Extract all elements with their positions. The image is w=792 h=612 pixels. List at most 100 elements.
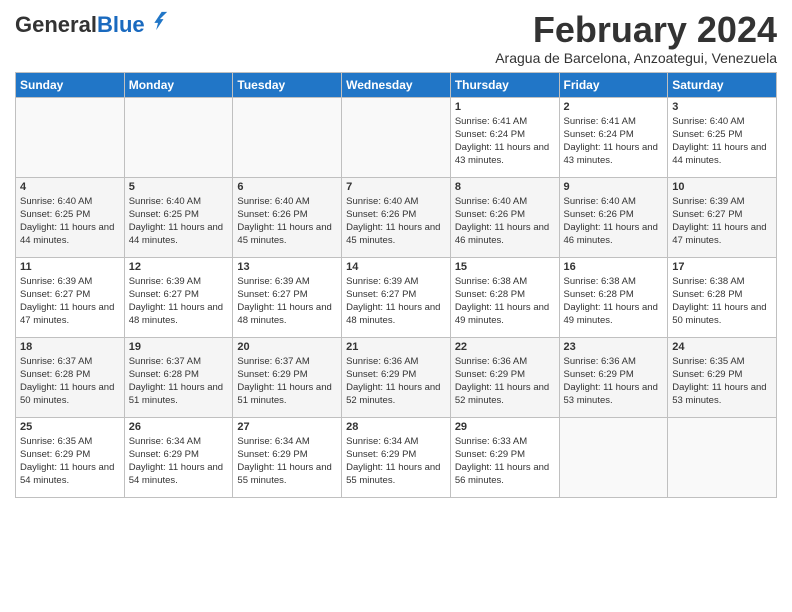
day-info-line: Daylight: 11 hours and 44 minutes. [129,221,229,248]
calendar-cell: 20 Sunrise: 6:37 AMSunset: 6:29 PMDayligh… [233,337,342,417]
calendar-cell: 15Sunrise: 6:38 AMSunset: 6:28 PMDayligh… [450,257,559,337]
day-number: 13 [237,261,337,273]
day-number: 16 [564,261,664,273]
day-info: Sunrise: 6:39 AMSunset: 6:27 PMDaylight:… [129,275,229,328]
day-info-line: Sunrise: 6:40 AM [237,195,337,208]
day-info-line: Sunrise: 6:39 AM [237,275,337,288]
day-info-line: Sunrise: 6:40 AM [455,195,555,208]
day-info: Sunrise: 6:37 AMSunset: 6:29 PMDaylight:… [237,355,337,408]
calendar-cell: 13 Sunrise: 6:39 AMSunset: 6:27 PMDayligh… [233,257,342,337]
day-info-line: Sunrise: 6:40 AM [20,195,120,208]
calendar-cell: 16Sunrise: 6:38 AMSunset: 6:28 PMDayligh… [559,257,668,337]
calendar-cell: 3Sunrise: 6:40 AMSunset: 6:25 PMDaylight… [668,97,777,177]
calendar-week-row: 18Sunrise: 6:37 AMSunset: 6:28 PMDayligh… [16,337,777,417]
calendar-cell: 10 Sunrise: 6:39 AMSunset: 6:27 PMDayligh… [668,177,777,257]
day-info-line: Daylight: 11 hours and 46 minutes. [564,221,664,248]
day-info-line: Daylight: 11 hours and 51 minutes. [237,381,337,408]
day-number: 24 [672,341,772,353]
day-header-saturday: Saturday [668,72,777,97]
day-info-line: Daylight: 11 hours and 48 minutes. [129,301,229,328]
day-number: 7 [346,181,446,193]
calendar-cell: 5Sunrise: 6:40 AMSunset: 6:25 PMDaylight… [124,177,233,257]
day-number: 14 [346,261,446,273]
day-header-thursday: Thursday [450,72,559,97]
calendar-cell: 17Sunrise: 6:38 AMSunset: 6:28 PMDayligh… [668,257,777,337]
day-info-line: Sunset: 6:29 PM [346,448,446,461]
day-number: 9 [564,181,664,193]
location-subtitle: Aragua de Barcelona, Anzoategui, Venezue… [495,50,777,66]
day-info-line: Sunrise: 6:39 AM [672,195,772,208]
calendar-cell: 26Sunrise: 6:34 AMSunset: 6:29 PMDayligh… [124,417,233,497]
day-info-line: Daylight: 11 hours and 48 minutes. [237,301,337,328]
day-info: Sunrise: 6:34 AMSunset: 6:29 PMDaylight:… [237,435,337,488]
day-info-line: Sunrise: 6:41 AM [455,115,555,128]
day-info: Sunrise: 6:39 AMSunset: 6:27 PMDaylight:… [237,275,337,328]
day-info-line: Daylight: 11 hours and 49 minutes. [564,301,664,328]
calendar-cell [668,417,777,497]
day-header-tuesday: Tuesday [233,72,342,97]
day-info: Sunrise: 6:35 AMSunset: 6:29 PMDaylight:… [672,355,772,408]
calendar-cell: 25 Sunrise: 6:35 AMSunset: 6:29 PMDayligh… [16,417,125,497]
day-number: 20 [237,341,337,353]
calendar-cell: 6Sunrise: 6:40 AMSunset: 6:26 PMDaylight… [233,177,342,257]
day-info-line: Sunset: 6:27 PM [672,208,772,221]
day-info: Sunrise: 6:40 AMSunset: 6:26 PMDaylight:… [455,195,555,248]
day-info: Sunrise: 6:39 AMSunset: 6:27 PMDaylight:… [672,195,772,248]
calendar-table: SundayMondayTuesdayWednesdayThursdayFrid… [15,72,777,498]
day-number: 25 [20,421,120,433]
day-info-line: Sunset: 6:29 PM [455,448,555,461]
day-header-sunday: Sunday [16,72,125,97]
day-info-line: Daylight: 11 hours and 51 minutes. [129,381,229,408]
month-title: February 2024 [495,10,777,50]
day-info-line: Sunset: 6:25 PM [129,208,229,221]
day-info-line: Sunset: 6:29 PM [129,448,229,461]
day-number: 26 [129,421,229,433]
day-info-line: Sunset: 6:27 PM [129,288,229,301]
day-info-line: Daylight: 11 hours and 48 minutes. [346,301,446,328]
day-info-line: Daylight: 11 hours and 53 minutes. [672,381,772,408]
day-info-line: Sunset: 6:25 PM [20,208,120,221]
header: General Blue February 2024 Aragua de Bar… [15,10,777,66]
day-info-line: Sunset: 6:29 PM [455,368,555,381]
day-number: 8 [455,181,555,193]
day-info: Sunrise: 6:36 AMSunset: 6:29 PMDaylight:… [455,355,555,408]
day-info: Sunrise: 6:40 AMSunset: 6:26 PMDaylight:… [564,195,664,248]
day-info-line: Sunset: 6:29 PM [237,448,337,461]
day-info-line: Sunrise: 6:36 AM [564,355,664,368]
calendar-week-row: 11Sunrise: 6:39 AMSunset: 6:27 PMDayligh… [16,257,777,337]
day-info-line: Daylight: 11 hours and 55 minutes. [237,461,337,488]
day-number: 27 [237,421,337,433]
day-number: 12 [129,261,229,273]
calendar-cell: 7 Sunrise: 6:40 AMSunset: 6:26 PMDaylight… [342,177,451,257]
day-number: 11 [20,261,120,273]
day-info-line: Sunset: 6:28 PM [672,288,772,301]
day-info-line: Sunset: 6:27 PM [20,288,120,301]
day-info: Sunrise: 6:41 AMSunset: 6:24 PMDaylight:… [455,115,555,168]
day-info: Sunrise: 6:35 AMSunset: 6:29 PMDaylight:… [20,435,120,488]
day-info-line: Daylight: 11 hours and 43 minutes. [455,141,555,168]
day-info: Sunrise: 6:40 AMSunset: 6:26 PMDaylight:… [346,195,446,248]
day-info-line: Sunrise: 6:37 AM [20,355,120,368]
day-info-line: Sunset: 6:24 PM [455,128,555,141]
calendar-header-row: SundayMondayTuesdayWednesdayThursdayFrid… [16,72,777,97]
day-info-line: Sunrise: 6:38 AM [672,275,772,288]
calendar-cell [342,97,451,177]
day-info: Sunrise: 6:36 AMSunset: 6:29 PMDaylight:… [346,355,446,408]
day-info-line: Daylight: 11 hours and 54 minutes. [129,461,229,488]
day-info-line: Sunrise: 6:37 AM [237,355,337,368]
day-number: 10 [672,181,772,193]
day-info-line: Sunrise: 6:40 AM [129,195,229,208]
day-info-line: Sunset: 6:26 PM [346,208,446,221]
day-info: Sunrise: 6:39 AMSunset: 6:27 PMDaylight:… [346,275,446,328]
day-info-line: Daylight: 11 hours and 46 minutes. [455,221,555,248]
day-info-line: Sunrise: 6:40 AM [564,195,664,208]
day-info-line: Sunrise: 6:38 AM [564,275,664,288]
calendar-cell: 18Sunrise: 6:37 AMSunset: 6:28 PMDayligh… [16,337,125,417]
day-number: 3 [672,101,772,113]
day-info: Sunrise: 6:38 AMSunset: 6:28 PMDaylight:… [455,275,555,328]
day-header-monday: Monday [124,72,233,97]
calendar-cell: 2Sunrise: 6:41 AMSunset: 6:24 PMDaylight… [559,97,668,177]
day-info-line: Sunset: 6:29 PM [20,448,120,461]
day-number: 17 [672,261,772,273]
day-info-line: Sunset: 6:26 PM [455,208,555,221]
